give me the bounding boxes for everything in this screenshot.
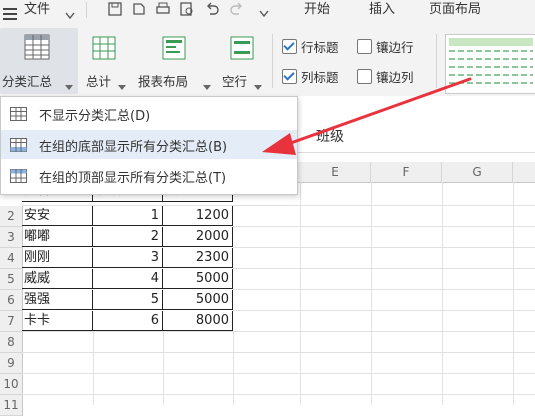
annotation-arrow — [262, 77, 472, 155]
